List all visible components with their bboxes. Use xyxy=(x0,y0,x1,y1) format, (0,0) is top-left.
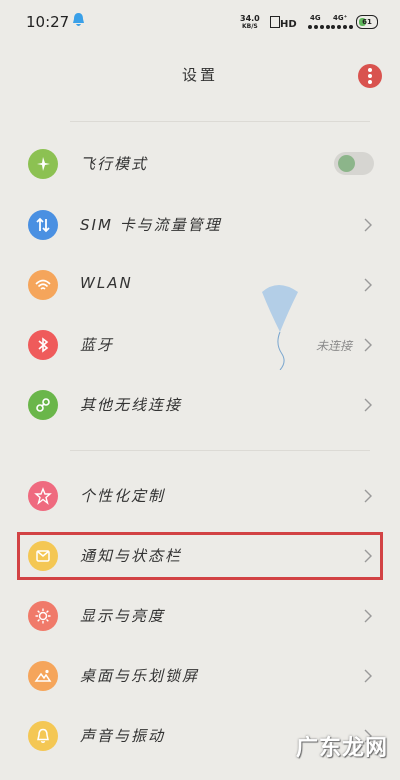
chevron-right-icon xyxy=(364,278,372,292)
notification-bell-icon xyxy=(73,13,84,26)
highlight-box xyxy=(17,532,383,580)
status-time: 10:27 xyxy=(26,13,70,31)
setting-sim-label: SIM 卡与流量管理 xyxy=(80,216,222,234)
network-type-2: 4G⁺ xyxy=(333,14,348,22)
setting-bluetooth-label: 蓝牙 xyxy=(80,336,115,354)
sim-data-icon xyxy=(28,210,58,240)
brightness-icon xyxy=(28,601,58,631)
setting-display-brightness[interactable]: 显示与亮度 xyxy=(0,586,400,646)
setting-bluetooth[interactable]: 蓝牙 未连接 xyxy=(0,315,400,375)
watermark: 广东龙网 xyxy=(296,736,389,761)
page-title: 设置 xyxy=(181,66,218,84)
link-icon xyxy=(28,390,58,420)
network-type-1: 4G xyxy=(310,14,321,22)
balloon-decoration-icon xyxy=(262,285,298,370)
setting-other-wireless[interactable]: 其他无线连接 xyxy=(0,375,400,435)
divider xyxy=(70,121,370,122)
setting-display-label: 显示与亮度 xyxy=(80,607,166,625)
setting-personalization[interactable]: 个性化定制 xyxy=(0,466,400,526)
setting-desktop-lockscreen[interactable]: 桌面与乐划锁屏 xyxy=(0,646,400,706)
wifi-icon xyxy=(28,270,58,300)
battery-indicator: 61 xyxy=(356,15,378,29)
setting-desktop-label: 桌面与乐划锁屏 xyxy=(80,667,200,685)
hd-indicator: HD xyxy=(270,16,297,30)
signal-strength-1-icon xyxy=(308,25,330,29)
chevron-right-icon xyxy=(364,669,372,683)
network-speed-value: 34.0 xyxy=(240,14,260,23)
divider xyxy=(70,450,370,451)
chevron-right-icon xyxy=(364,398,372,412)
airplane-icon xyxy=(28,149,58,179)
header: 设置 xyxy=(0,44,400,106)
airplane-mode-toggle[interactable] xyxy=(334,152,374,175)
chevron-right-icon xyxy=(364,489,372,503)
hd-label: HD xyxy=(280,19,297,30)
bluetooth-icon xyxy=(28,330,58,360)
setting-airplane-mode-label: 飞行模式 xyxy=(80,155,149,173)
network-speed-unit: KB/S xyxy=(242,23,258,30)
setting-airplane-mode[interactable]: 飞行模式 xyxy=(0,134,400,194)
signal-strength-2-icon xyxy=(331,25,353,29)
chevron-right-icon xyxy=(364,609,372,623)
setting-wlan-label: WLAN xyxy=(80,274,133,292)
more-options-button[interactable] xyxy=(358,64,382,88)
network-speed: 34.0 KB/S xyxy=(240,15,260,31)
chevron-right-icon xyxy=(364,338,372,352)
setting-wlan[interactable]: WLAN xyxy=(0,255,400,315)
setting-sim[interactable]: SIM 卡与流量管理 xyxy=(0,195,400,255)
bluetooth-status: 未连接 xyxy=(315,339,352,353)
status-bar: 10:27 34.0 KB/S HD 4G 4G⁺ 61 xyxy=(0,0,400,44)
bell-icon xyxy=(28,721,58,751)
setting-personalization-label: 个性化定制 xyxy=(80,487,166,505)
star-icon xyxy=(28,481,58,511)
chevron-right-icon xyxy=(364,218,372,232)
setting-other-wireless-label: 其他无线连接 xyxy=(80,396,183,414)
signal-box-icon xyxy=(270,16,280,28)
setting-sound-label: 声音与振动 xyxy=(80,727,166,745)
desktop-icon xyxy=(28,661,58,691)
